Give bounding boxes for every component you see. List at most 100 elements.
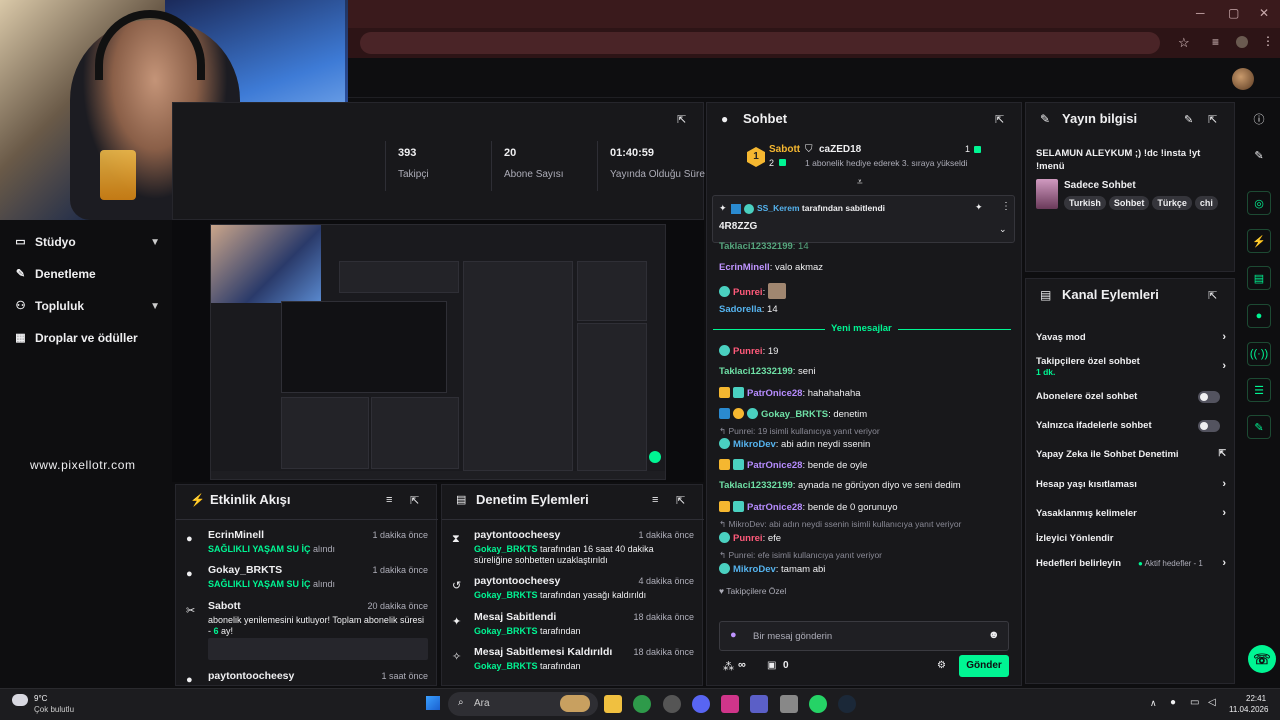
moderation-desc: Gokay_BRKTS tarafından yasağı kaldırıldı <box>474 590 646 600</box>
app-icon[interactable] <box>663 695 681 713</box>
popout-icon[interactable]: ⇱ <box>677 113 686 126</box>
chat-message[interactable]: Sadorella: 14 <box>719 304 778 315</box>
minimize-icon[interactable]: ─ <box>1196 6 1205 20</box>
chat-message[interactable]: PatrOnice28: bende de oyle <box>719 459 867 471</box>
tag[interactable]: chi <box>1194 196 1218 210</box>
file-explorer-icon[interactable] <box>604 695 622 713</box>
chat-user: Sadorella <box>719 304 762 315</box>
chat-message[interactable]: MikroDev: tamam abi <box>719 563 825 575</box>
support-icon[interactable]: ☏ <box>1248 645 1276 673</box>
calculator-icon[interactable] <box>780 695 798 713</box>
sidebar-item-community[interactable]: ⚇ Topluluk ▼ <box>14 299 160 313</box>
settings-icon[interactable]: ⚙ <box>937 660 946 671</box>
category-name[interactable]: Sadece Sohbet <box>1064 180 1136 191</box>
followers-only-text: Takipçilere Özel <box>726 586 787 596</box>
pinned-message[interactable]: ✦ SS_Kerem tarafından sabitlendi ✦ ⋮ 4R8… <box>712 195 1015 243</box>
sidebar-item-moderation[interactable]: ✎ Denetleme <box>14 267 160 281</box>
banned-words[interactable]: Yasaklanmış kelimeler › <box>1036 507 1226 519</box>
drops-icon[interactable]: ▣ <box>767 660 776 671</box>
popout-icon[interactable]: ⇱ <box>410 494 419 507</box>
top-gifter[interactable]: Sabott <box>769 144 800 155</box>
points-icon[interactable]: ⁂ <box>723 660 734 673</box>
whatsapp-icon[interactable] <box>809 695 827 713</box>
broadcast-icon[interactable]: ((·)) <box>1247 342 1271 366</box>
wrench-icon[interactable]: ✎ <box>1247 415 1271 439</box>
sidebar-item-studio[interactable]: ▭ Stüdyo ▼ <box>14 235 160 249</box>
speaker-icon[interactable]: ◁ <box>1208 697 1216 708</box>
monitor-icon[interactable]: ▭ <box>1190 697 1199 708</box>
set-goals[interactable]: Hedefleri belirleyin ● Aktif hedefler - 1… <box>1036 557 1226 569</box>
edit-icon[interactable]: ✎ <box>1184 113 1193 126</box>
weather-temp[interactable]: 9°C <box>34 694 47 703</box>
chat-message[interactable]: PatrOnice28: hahahahaha <box>719 387 861 399</box>
mic-icon[interactable]: ● <box>730 629 737 641</box>
chat-input[interactable]: ● Bir mesaj gönderin ☻ <box>719 621 1009 651</box>
unpin-icon[interactable]: ✦ <box>975 202 983 213</box>
emoji-icon[interactable]: ☻ <box>988 629 1000 641</box>
chat-message[interactable]: Taklaci12332199: 14 <box>719 241 809 252</box>
close-icon[interactable]: ✕ <box>1259 6 1269 20</box>
bookmark-star-icon[interactable]: ☆ <box>1178 35 1190 51</box>
followers-stat: 393 Takipçi <box>385 141 495 191</box>
chevron-down-icon[interactable]: ⌄ <box>999 224 1007 235</box>
steam-icon[interactable] <box>838 695 856 713</box>
lightning-icon[interactable]: ⚡ <box>1247 229 1271 253</box>
clip-icon[interactable]: ◎ <box>1247 191 1271 215</box>
chrome-icon[interactable] <box>633 695 651 713</box>
followers-only-chat[interactable]: Takipçilere özel sohbet 1 dk. › <box>1036 356 1226 377</box>
chat-message[interactable]: PatrOnice28: bende de 0 gorunuyo <box>719 501 898 513</box>
more-icon[interactable]: ⋮ <box>1001 201 1011 212</box>
chat-message[interactable]: MikroDev: abi adın neydi ssenin <box>719 438 870 450</box>
url-field[interactable] <box>360 32 1160 54</box>
chat-message[interactable]: Taklaci12332199: seni <box>719 366 816 377</box>
filter-icon[interactable]: ≡ <box>652 494 658 506</box>
chat-message[interactable]: Punrei: efe <box>719 532 781 544</box>
list-icon[interactable]: ☰ <box>1247 378 1271 402</box>
ai-moderation[interactable]: Yapay Zeka ile Sohbet Denetimi ⇱ <box>1036 448 1226 460</box>
windows-start-icon[interactable] <box>426 696 440 710</box>
account-age[interactable]: Hesap yaşı kısıtlaması › <box>1036 478 1226 490</box>
chat-message[interactable]: Taklaci12332199: aynada ne görüyon diyo … <box>719 480 961 491</box>
popout-icon[interactable]: ⇱ <box>995 113 1004 126</box>
maximize-icon[interactable]: ▢ <box>1228 6 1239 20</box>
send-button[interactable]: Gönder <box>959 655 1009 677</box>
emote-only-toggle[interactable] <box>1198 420 1220 432</box>
popout-icon[interactable]: ⇱ <box>1208 289 1217 302</box>
taskbar-search[interactable]: ⌕ Ara <box>448 692 598 716</box>
mic-icon[interactable]: ● <box>1170 697 1176 708</box>
discord-icon[interactable] <box>692 695 710 713</box>
info-icon[interactable]: ⓘ <box>1247 107 1271 131</box>
raid-viewers[interactable]: İzleyici Yönlendir <box>1036 533 1226 544</box>
chat-message[interactable]: EcrinMinell: valo akmaz <box>719 262 823 273</box>
subscribers-only-toggle[interactable] <box>1198 391 1220 403</box>
teams-icon[interactable] <box>750 695 768 713</box>
chat-message[interactable]: Gokay_BRKTS: denetim <box>719 408 867 420</box>
watermark: www.pixellotr.com <box>30 458 136 472</box>
gifter-name[interactable]: caZED18 <box>819 144 861 155</box>
tag[interactable]: Sohbet <box>1108 196 1150 210</box>
tag[interactable]: Türkçe <box>1152 196 1192 210</box>
media-icon[interactable]: ≡ <box>1212 35 1219 49</box>
collapse-icon[interactable]: ⩡ <box>857 177 863 188</box>
chat-user: MikroDev <box>733 439 776 450</box>
tag[interactable]: Turkish <box>1064 196 1106 210</box>
popout-icon[interactable]: ⇱ <box>1208 113 1217 126</box>
popout-icon[interactable]: ⇱ <box>676 494 685 507</box>
clock-time[interactable]: 22:41 <box>1246 694 1266 703</box>
sidebar-item-drops[interactable]: ▦ Droplar ve ödüller <box>14 331 160 345</box>
profile-icon[interactable] <box>1236 36 1248 48</box>
user-avatar[interactable] <box>1232 68 1254 90</box>
filter-icon[interactable]: ≡ <box>386 494 392 506</box>
instagram-icon[interactable] <box>721 695 739 713</box>
tray-chevron-icon[interactable]: ∧ <box>1150 698 1157 709</box>
slow-mode[interactable]: Yavaş mod › <box>1036 331 1226 343</box>
chat-icon[interactable]: ● <box>1247 304 1271 328</box>
menu-icon[interactable]: ⋮ <box>1262 34 1274 48</box>
category-thumbnail <box>1036 179 1058 209</box>
edit-icon[interactable]: ✎ <box>1247 143 1271 167</box>
document-icon[interactable]: ▤ <box>1247 266 1271 290</box>
chat-message[interactable]: Punrei: <box>719 283 789 299</box>
chat-message[interactable]: Punrei: 19 <box>719 345 778 357</box>
action-label: Abonelere özel sohbet <box>1036 391 1138 402</box>
preview-frame[interactable] <box>210 224 666 480</box>
